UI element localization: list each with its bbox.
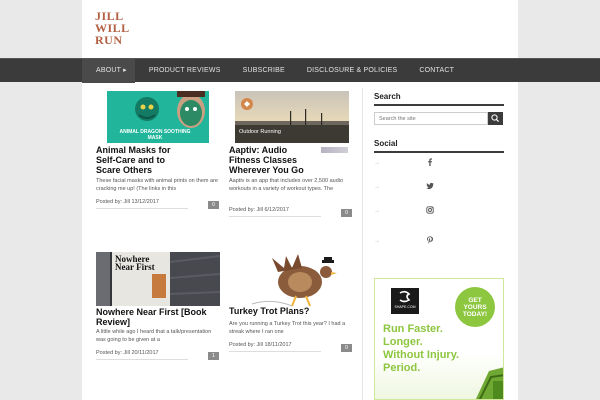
search-widget-title: Search xyxy=(374,92,401,101)
twitter-icon xyxy=(426,182,434,190)
post-excerpt: A little while ago I heard that a talk/p… xyxy=(96,329,212,343)
comment-count-badge[interactable]: 0 xyxy=(341,344,352,352)
ad-tagline-line: Period. xyxy=(383,362,421,374)
post-title[interactable]: Nowhere Near First [Book Review] xyxy=(96,306,220,327)
ad-cta-line: YOURS xyxy=(463,303,487,311)
ad-tagline-line: Longer. xyxy=(383,336,423,348)
post-excerpt: Are you running a Turkey Trot this year?… xyxy=(229,321,346,335)
ad-tagline-line: Run Faster. xyxy=(383,323,443,335)
sidebar-ad[interactable]: SHAPE.COM GET YOURS TODAY! Run Faster. L… xyxy=(374,278,504,400)
ad-tagline-line: Without Injury. xyxy=(383,349,460,361)
arrow-icon: → xyxy=(374,238,380,244)
facebook-icon xyxy=(428,158,432,166)
ad-cta-badge[interactable]: GET YOURS TODAY! xyxy=(455,287,495,327)
main-nav: ABOUT ▸ PRODUCT REVIEWS SUBSCRIBE DISCLO… xyxy=(0,58,600,83)
nav-item-contact[interactable]: CONTACT xyxy=(405,59,462,83)
post-title[interactable]: Animal Masks for Self-Care and to Scare … xyxy=(96,145,186,175)
social-widget-title: Social xyxy=(374,139,398,148)
post-meta: Posted by: Jill 6/12/2017 xyxy=(229,207,321,217)
ad-brand: SHAPE.COM xyxy=(394,305,416,309)
post-meta: Posted by: Jill 18/11/2017 xyxy=(229,342,321,352)
post-title[interactable]: Aaptiv: Audio Fitness Classes Wherever Y… xyxy=(229,145,319,175)
thumbnail-caption: Outdoor Running xyxy=(239,129,281,135)
image-stripe xyxy=(321,147,348,153)
nav-item-about[interactable]: ABOUT ▸ xyxy=(82,59,135,83)
ad-cta-line: GET xyxy=(468,296,482,304)
post-excerpt: These facial masks with animal prints on… xyxy=(96,178,218,192)
running-photo xyxy=(235,91,349,143)
brand-logo-icon xyxy=(399,290,411,303)
widget-title-underline xyxy=(374,151,504,153)
nav-item-subscribe[interactable]: SUBSCRIBE xyxy=(229,59,293,83)
instagram-icon xyxy=(426,206,434,214)
arrow-icon: → xyxy=(374,208,380,214)
site-header: JILL WILL RUN xyxy=(82,0,518,58)
comment-count-badge[interactable]: 0 xyxy=(208,201,219,209)
treadmill-image xyxy=(475,367,503,399)
ad-brand-box: SHAPE.COM xyxy=(391,288,419,314)
ad-tagline: Run Faster. Longer. Without Injury. Peri… xyxy=(383,323,483,375)
search-button[interactable] xyxy=(488,112,503,125)
post-title[interactable]: Turkey Trot Plans? xyxy=(229,306,353,316)
book-cover-title: Nowhere Near First xyxy=(115,254,155,272)
nav-item-disclosure[interactable]: DISCLOSURE & POLICIES xyxy=(293,59,406,83)
search-icon xyxy=(491,114,500,123)
nav-item-product-reviews[interactable]: PRODUCT REVIEWS xyxy=(135,59,229,83)
comment-count-badge[interactable]: 1 xyxy=(208,352,219,360)
arrow-icon: → xyxy=(374,160,380,166)
social-link-twitter[interactable]: → xyxy=(374,182,504,194)
ad-cta-line: TODAY! xyxy=(462,310,488,318)
column-divider xyxy=(362,88,363,400)
site-logo[interactable]: JILL WILL RUN xyxy=(95,10,135,46)
comment-count-badge[interactable]: 0 xyxy=(341,209,352,217)
social-link-instagram[interactable]: → xyxy=(374,206,504,218)
post-meta: Posted by: Jill 13/12/2017 xyxy=(96,199,188,209)
social-link-facebook[interactable]: → xyxy=(374,158,504,170)
post-meta: Posted by: Jill 20/11/2017 xyxy=(96,350,188,360)
post-thumbnail[interactable] xyxy=(242,250,354,310)
post-excerpt: Aaptiv is an app that includes over 2,50… xyxy=(229,178,344,192)
widget-title-underline xyxy=(374,104,504,106)
logo-line: RUN xyxy=(95,33,123,47)
search-input[interactable] xyxy=(374,112,488,125)
arrow-icon: → xyxy=(374,184,380,190)
thumbnail-caption: ANIMAL DRAGON SOOTHING MASK xyxy=(119,129,191,141)
pinterest-icon xyxy=(427,236,433,244)
turkey-illustration xyxy=(242,250,354,310)
post-thumbnail[interactable]: ANIMAL DRAGON SOOTHING MASK xyxy=(107,91,209,143)
social-link-pinterest[interactable]: → xyxy=(374,236,504,248)
post-thumbnail[interactable]: Outdoor Running xyxy=(235,91,349,143)
